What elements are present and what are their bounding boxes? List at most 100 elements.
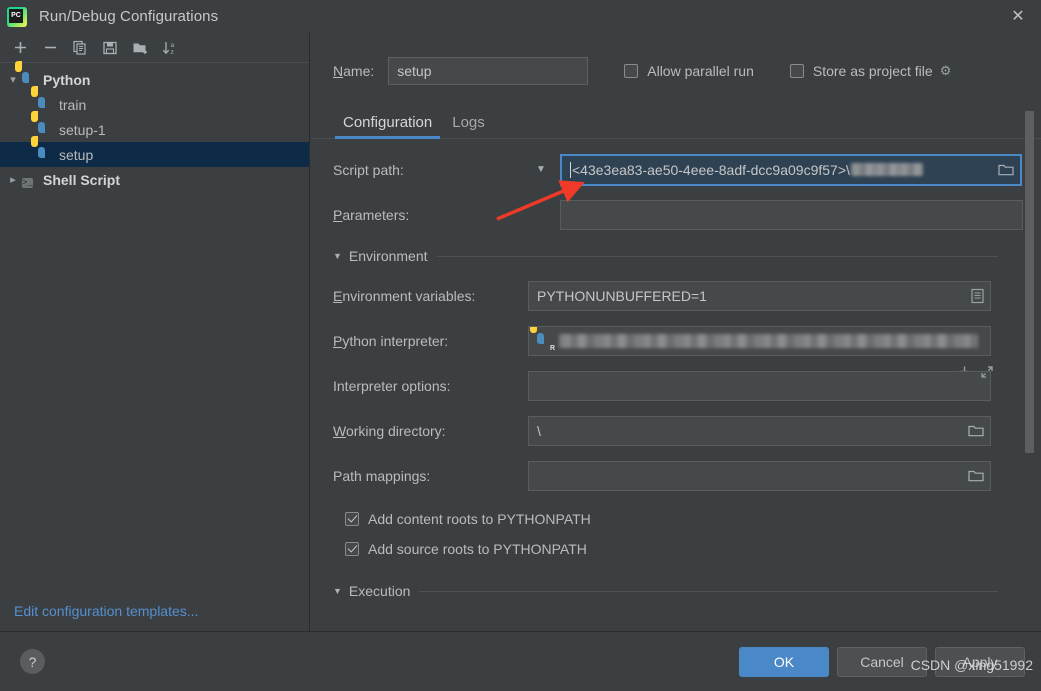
save-icon	[103, 41, 117, 54]
gear-icon[interactable]: ⚙	[940, 63, 952, 79]
configurations-sidebar: a z ▾ Python train setup-1 setup ▸ >_ Sh…	[0, 33, 310, 631]
interpreter-options-label: Interpreter options:	[333, 377, 451, 394]
checkbox-label: Add content roots to PYTHONPATH	[368, 511, 591, 527]
working-directory-browse-button[interactable]	[968, 424, 984, 438]
script-path-input[interactable]: <43e3ea83-ae50-4eee-8adf-dcc9a09c9f57>\	[560, 153, 1022, 186]
browse-folder-button[interactable]	[998, 163, 1014, 177]
interpreter-options-input[interactable]	[528, 370, 991, 401]
svg-text:a: a	[171, 42, 175, 49]
folder-icon	[968, 425, 984, 436]
tree-item-python[interactable]: ▾ Python	[0, 60, 309, 92]
tree-item-label: setup	[59, 146, 94, 163]
tree-item-setup[interactable]: setup	[0, 135, 309, 167]
checkbox-label: Add source roots to PYTHONPATH	[368, 541, 587, 557]
help-button[interactable]: ?	[20, 649, 45, 674]
folder-icon	[968, 470, 984, 481]
python-interpreter-select[interactable]: R	[528, 325, 991, 356]
working-directory-label: Working directory:	[333, 422, 446, 439]
new-folder-button[interactable]	[126, 35, 154, 61]
svg-text:z: z	[171, 49, 174, 56]
section-divider	[436, 255, 998, 257]
python-icon	[31, 110, 56, 138]
shell-script-icon: >_	[22, 177, 33, 188]
copy-icon	[73, 40, 86, 55]
plus-icon	[14, 42, 26, 53]
environment-variables-browse-button[interactable]	[971, 288, 984, 303]
list-icon	[971, 288, 984, 303]
path-mappings-browse-button[interactable]	[968, 469, 984, 483]
store-as-project-file-checkbox[interactable]: Store as project file ⚙	[789, 63, 952, 79]
name-row: Name: setup Allow parallel run Store as …	[311, 51, 1041, 91]
sort-az-button[interactable]: a z	[156, 35, 184, 61]
vertical-scrollbar[interactable]	[1025, 111, 1034, 453]
tree-item-label: train	[59, 96, 87, 113]
working-directory-input[interactable]: \	[528, 415, 991, 446]
tree-item-train[interactable]: train	[0, 85, 309, 117]
configuration-form: Script path: ▼ <43e3ea83-ae50-4eee-8adf-…	[311, 139, 1041, 604]
dialog-footer: ? OK Cancel Apply CSDN @xing51992	[0, 631, 1041, 691]
triangle-down-icon[interactable]: ▼	[333, 586, 342, 596]
chevron-down-icon[interactable]: ▾	[4, 73, 22, 86]
tab-configuration[interactable]: Configuration	[333, 114, 442, 139]
minus-icon	[44, 46, 56, 49]
working-directory-row: Working directory: \	[333, 414, 1041, 447]
tree-item-label: Python	[43, 71, 91, 88]
tree-item-label: setup-1	[59, 121, 106, 138]
allow-parallel-run-checkbox[interactable]: Allow parallel run	[624, 63, 754, 79]
path-mappings-label: Path mappings:	[333, 467, 431, 484]
add-configuration-button[interactable]	[6, 35, 34, 61]
python-interpreter-icon: R	[530, 326, 555, 352]
close-icon[interactable]: ✕	[995, 0, 1041, 33]
tree-item-shell-script[interactable]: ▸ >_ Shell Script	[0, 167, 309, 192]
script-path-value: <43e3ea83-ae50-4eee-8adf-dcc9a09c9f57>\	[572, 161, 850, 178]
add-source-roots-checkbox[interactable]: Add source roots to PYTHONPATH	[333, 534, 1041, 564]
environment-variables-label: Environment variables:	[333, 287, 476, 304]
environment-section-header[interactable]: ▼ Environment	[333, 243, 998, 269]
execution-section-header[interactable]: ▼ Execution	[333, 578, 998, 604]
interpreter-options-expand-button[interactable]	[980, 365, 994, 379]
checkbox-label: Allow parallel run	[647, 63, 754, 79]
path-mappings-row: Path mappings:	[333, 459, 1041, 492]
pycharm-logo	[7, 6, 27, 27]
triangle-down-icon[interactable]: ▼	[333, 251, 342, 261]
tree-item-setup-1[interactable]: setup-1	[0, 110, 309, 142]
text-caret	[570, 161, 571, 178]
tab-logs[interactable]: Logs	[442, 114, 495, 138]
path-mappings-input[interactable]	[528, 460, 991, 491]
section-divider	[419, 590, 998, 592]
copy-configuration-button[interactable]	[66, 35, 94, 61]
python-icon	[31, 135, 56, 163]
save-configuration-button[interactable]	[96, 35, 124, 61]
watermark: CSDN @xing51992	[910, 657, 1033, 673]
tab-bar: Configuration Logs	[311, 103, 1041, 139]
python-interpreter-label: Python interpreter:	[333, 332, 449, 349]
working-directory-value: \	[537, 422, 541, 439]
script-path-row: Script path: ▼ <43e3ea83-ae50-4eee-8adf-…	[333, 153, 1041, 186]
run-debug-configurations-dialog: Run/Debug Configurations ✕	[0, 0, 1041, 691]
redacted-path-segment	[850, 163, 923, 176]
script-path-label: Script path:	[333, 161, 404, 178]
sort-az-icon: a z	[162, 41, 175, 56]
remove-configuration-button[interactable]	[36, 35, 64, 61]
environment-variables-input[interactable]: PYTHONUNBUFFERED=1	[528, 280, 991, 311]
checkbox-box	[789, 64, 804, 78]
chevron-down-icon[interactable]: ▼	[528, 164, 554, 175]
environment-variables-row: Environment variables: PYTHONUNBUFFERED=…	[333, 279, 1041, 312]
window-title: Run/Debug Configurations	[39, 8, 219, 25]
ok-button[interactable]: OK	[739, 646, 829, 677]
name-label: Name:	[333, 63, 375, 79]
configuration-tree: ▾ Python train setup-1 setup ▸ >_ Shell …	[0, 60, 309, 192]
chevron-right-icon[interactable]: ▸	[4, 173, 22, 186]
section-title: Execution	[348, 583, 411, 599]
checkbox-box	[345, 542, 359, 556]
expand-icon	[981, 365, 993, 378]
add-content-roots-checkbox[interactable]: Add content roots to PYTHONPATH	[333, 504, 1041, 534]
edit-configuration-templates-link[interactable]: Edit configuration templates...	[14, 603, 198, 619]
parameters-input[interactable]	[560, 199, 1023, 230]
tree-item-label: Shell Script	[43, 171, 121, 188]
python-interpreter-row: Python interpreter: R	[333, 324, 1041, 357]
folder-icon	[998, 164, 1014, 175]
sidebar-toolbar: a z	[0, 33, 309, 63]
redacted-interpreter-path	[559, 333, 978, 348]
name-input[interactable]: setup	[388, 57, 589, 85]
